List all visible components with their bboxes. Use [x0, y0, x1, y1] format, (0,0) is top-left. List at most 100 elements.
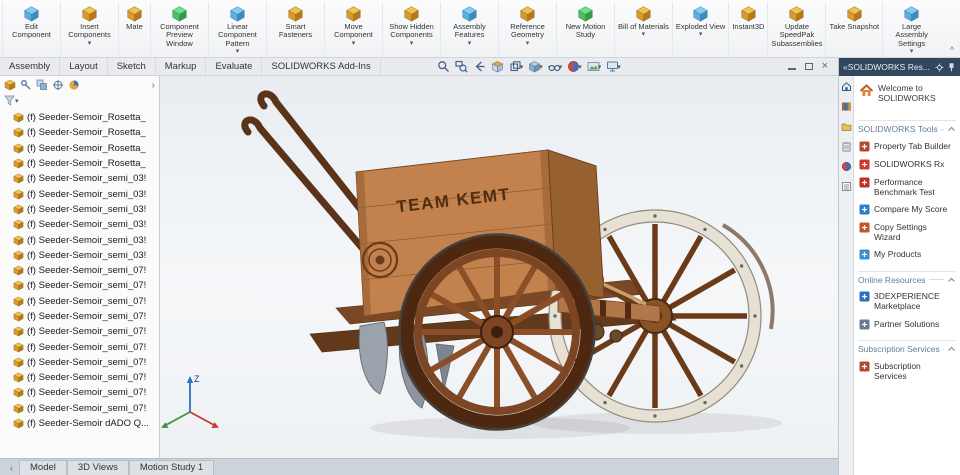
tree-item[interactable]: (f) Seeder-Semoir_semi_03!: [13, 217, 159, 232]
welcome-link[interactable]: Welcome to SOLIDWORKS: [858, 81, 956, 113]
tree-item[interactable]: (f) Seeder-Semoir_Rosetta_: [13, 110, 159, 125]
file-explorer-tab-icon[interactable]: [841, 121, 852, 132]
tree-item[interactable]: (f) Seeder-Semoir_semi_03!: [13, 202, 159, 217]
tree-item[interactable]: (f) Seeder-Semoir_semi_07!: [13, 370, 159, 385]
tree-item[interactable]: (f) Seeder-Semoir_semi_03!: [13, 186, 159, 201]
tree-item[interactable]: (f) Seeder-Semoir_semi_07!: [13, 324, 159, 339]
tree-item[interactable]: (f) Seeder-Semoir_semi_07!: [13, 339, 159, 354]
tree-item[interactable]: (f) Seeder-Semoir_Rosetta_: [13, 156, 159, 171]
view-orientation-icon[interactable]: ▾: [509, 60, 523, 73]
command-tab[interactable]: Evaluate: [206, 58, 263, 75]
tree-item-label: (f) Seeder-Semoir_semi_07!: [27, 311, 147, 322]
tree-item[interactable]: (f) Seeder-Semoir_semi_07!: [13, 294, 159, 309]
task-pane-item[interactable]: My Products: [858, 246, 956, 264]
tree-item[interactable]: (f) Seeder-Semoir_semi_07!: [13, 355, 159, 370]
ribbon-collapse-chevron[interactable]: ^: [944, 0, 960, 57]
featuremanager-tab-icon[interactable]: [4, 79, 16, 91]
tree-item[interactable]: (f) Seeder-Semoir_semi_07!: [13, 278, 159, 293]
ribbon-button[interactable]: Take Snapshot: [825, 2, 882, 57]
tree-item[interactable]: (f) Seeder-Semoir dADO Q...: [13, 416, 159, 431]
section-collapse-icon[interactable]: [947, 345, 956, 353]
task-pane-item[interactable]: Compare My Score: [858, 200, 956, 218]
hide-show-items-icon[interactable]: ▾: [547, 60, 562, 73]
tree-item[interactable]: (f) Seeder-Semoir_semi_07!: [13, 401, 159, 416]
ribbon-button[interactable]: New Motion Study: [556, 2, 614, 57]
design-library-tab-icon[interactable]: [841, 101, 852, 112]
ribbon-button[interactable]: Linear Component Pattern ▾: [208, 2, 266, 57]
section-header[interactable]: Subscription Services: [858, 344, 956, 354]
ribbon-button[interactable]: Smart Fasteners: [266, 2, 324, 57]
display-style-icon[interactable]: ▾: [528, 60, 543, 73]
view-palette-tab-icon[interactable]: [841, 141, 852, 152]
ribbon-button[interactable]: Update SpeedPak Subassemblies: [767, 2, 825, 57]
task-pane-item[interactable]: 3DEXPERIENCE Marketplace: [858, 288, 956, 315]
graphics-area[interactable]: TEAM KEMT Z › ▾ (f) Seeder-Semoir_Rosett…: [0, 76, 838, 458]
task-pane-item[interactable]: SOLIDWORKS Rx: [858, 155, 956, 173]
task-pane-header[interactable]: «SOLIDWORKS Res...: [839, 58, 960, 76]
minimize-icon[interactable]: [787, 63, 796, 70]
task-pane-item[interactable]: Property Tab Builder: [858, 137, 956, 155]
document-tab[interactable]: 3D Views: [66, 460, 129, 475]
ribbon-button[interactable]: Mate: [118, 2, 150, 57]
custom-properties-tab-icon[interactable]: [841, 181, 852, 192]
ribbon-button[interactable]: Component Preview Window: [150, 2, 208, 57]
tree-item[interactable]: (f) Seeder-Semoir_semi_03!: [13, 232, 159, 247]
tree-item[interactable]: (f) Seeder-Semoir_semi_07!: [13, 309, 159, 324]
filter-funnel-icon[interactable]: [4, 95, 15, 106]
command-tab[interactable]: Markup: [156, 58, 207, 75]
section-header[interactable]: SOLIDWORKS Tools: [858, 124, 956, 134]
task-pane-item[interactable]: Copy Settings Wizard: [858, 218, 956, 245]
dimxpertmanager-tab-icon[interactable]: [52, 79, 64, 91]
tab-scroll-left-icon[interactable]: ‹: [8, 463, 19, 475]
zoom-fit-icon[interactable]: [437, 60, 450, 73]
gear-icon[interactable]: [935, 63, 944, 72]
command-tab[interactable]: Sketch: [108, 58, 156, 75]
appearances-scenes-tab-icon[interactable]: [841, 161, 852, 172]
configurationmanager-tab-icon[interactable]: [36, 79, 48, 91]
close-icon[interactable]: ×: [822, 61, 828, 72]
welcome-link-label: Welcome to SOLIDWORKS: [878, 83, 936, 103]
part-cube-icon: [13, 265, 24, 276]
panel-overflow-chevron[interactable]: ›: [152, 80, 155, 91]
section-collapse-icon[interactable]: [947, 125, 956, 133]
tree-item[interactable]: (f) Seeder-Semoir_semi_03!: [13, 171, 159, 186]
tree-item[interactable]: (f) Seeder-Semoir_Rosetta_: [13, 141, 159, 156]
restore-icon[interactable]: [804, 63, 813, 70]
task-pane-item[interactable]: Performance Benchmark Test: [858, 173, 956, 200]
pin-icon[interactable]: [947, 62, 956, 72]
section-header[interactable]: Online Resources: [858, 275, 956, 285]
tree-item[interactable]: (f) Seeder-Semoir_semi_03!: [13, 248, 159, 263]
ribbon-button[interactable]: Bill of Materials ▾: [614, 2, 672, 57]
solidworks-resources-tab-icon[interactable]: [841, 81, 852, 92]
view-settings-icon[interactable]: ▾: [606, 60, 621, 73]
ribbon-button[interactable]: Assembly Features ▾: [440, 2, 498, 57]
command-tab[interactable]: SOLIDWORKS Add-Ins: [262, 58, 381, 75]
document-tab[interactable]: Motion Study 1: [128, 460, 215, 475]
feature-tree-list: (f) Seeder-Semoir_Rosetta_ (f) Seeder-Se…: [0, 108, 159, 458]
viewport-3d-model[interactable]: TEAM KEMT Z: [160, 76, 838, 458]
ribbon-button[interactable]: Exploded View ▾: [671, 2, 728, 57]
tree-item[interactable]: (f) Seeder-Semoir_semi_07!: [13, 385, 159, 400]
zoom-area-icon[interactable]: [455, 60, 468, 73]
ribbon-button[interactable]: Edit Component: [2, 2, 60, 57]
propertymanager-tab-icon[interactable]: [20, 79, 32, 91]
section-view-icon[interactable]: [491, 60, 504, 73]
section-collapse-icon[interactable]: [947, 276, 956, 284]
edit-appearance-icon[interactable]: ▾: [567, 60, 582, 73]
ribbon-button[interactable]: Move Component ▾: [324, 2, 382, 57]
task-pane-item[interactable]: Partner Solutions: [858, 315, 956, 333]
ribbon-button[interactable]: Insert Components ▾: [60, 2, 118, 57]
document-tab[interactable]: Model: [19, 460, 67, 475]
ribbon-button[interactable]: Large Assembly Settings ▾: [882, 2, 940, 57]
ribbon-button[interactable]: Show Hidden Components ▾: [382, 2, 440, 57]
ribbon-button[interactable]: Reference Geometry ▾: [498, 2, 556, 57]
tree-item[interactable]: (f) Seeder-Semoir_semi_07!: [13, 263, 159, 278]
tree-item[interactable]: (f) Seeder-Semoir_Rosetta_: [13, 125, 159, 140]
task-pane-item[interactable]: Subscription Services: [858, 357, 956, 384]
command-tab[interactable]: Layout: [60, 58, 108, 75]
previous-view-icon[interactable]: [473, 60, 486, 73]
displaymanager-tab-icon[interactable]: [68, 79, 80, 91]
ribbon-button[interactable]: Instant3D: [728, 2, 767, 57]
command-tab[interactable]: Assembly: [0, 58, 61, 75]
apply-scene-icon[interactable]: ▾: [587, 60, 601, 73]
